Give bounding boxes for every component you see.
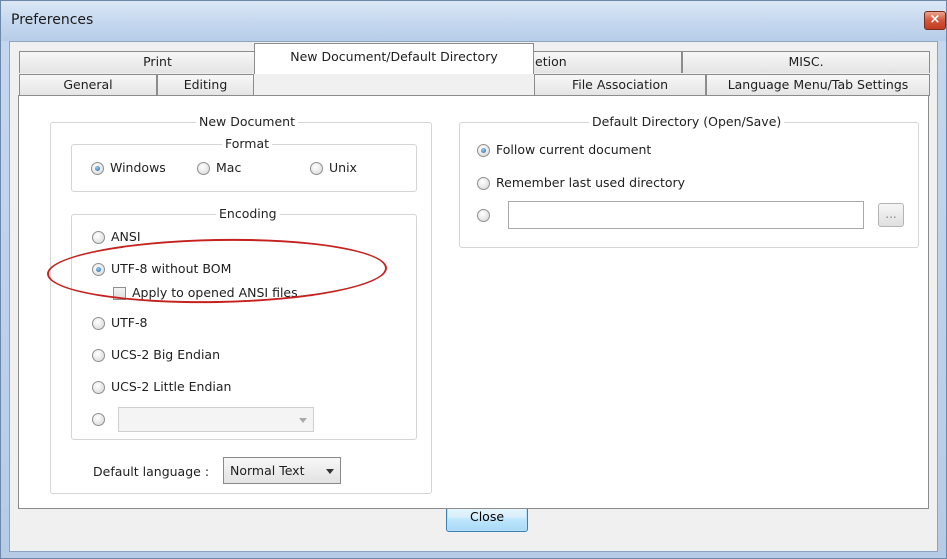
new-document-group: New Document Format Windows Mac Unix Enc… [50, 114, 432, 494]
title-bar[interactable]: Preferences × [1, 1, 946, 41]
format-mac-radio[interactable] [197, 162, 210, 175]
tab-label: Print [143, 54, 172, 69]
close-button-label: Close [469, 509, 505, 524]
chevron-down-icon [326, 468, 334, 474]
encoding-utf8-radio[interactable] [92, 317, 105, 330]
tab-label: New Document/Default Directory [290, 49, 498, 64]
preferences-window: Preferences × Print Backup/Auto-Completi… [0, 0, 947, 559]
window-close-button[interactable]: × [924, 11, 946, 30]
browse-button-label: ... [885, 207, 897, 221]
format-unix-label[interactable]: Unix [329, 160, 357, 175]
format-group: Format Windows Mac Unix [71, 136, 417, 192]
tab-content-panel: New Document Format Windows Mac Unix Enc… [18, 95, 929, 509]
encoding-ucs2-big-endian-radio[interactable] [92, 349, 105, 362]
encoding-ucs2-little-endian-radio[interactable] [92, 381, 105, 394]
tab-label: Editing [183, 77, 228, 92]
tab-label: MISC. [788, 54, 824, 69]
tab-general[interactable]: General [19, 74, 157, 96]
tab-label: General [63, 77, 113, 92]
follow-current-document-label[interactable]: Follow current document [496, 142, 651, 157]
browse-directory-button[interactable]: ... [878, 203, 904, 227]
remember-last-directory-label[interactable]: Remember last used directory [496, 175, 685, 190]
default-language-label: Default language : [93, 464, 210, 479]
new-document-legend: New Document [196, 114, 298, 129]
tab-file-association[interactable]: File Association [534, 74, 706, 96]
tab-language-menu-tab-settings[interactable]: Language Menu/Tab Settings [706, 74, 930, 96]
format-windows-radio[interactable] [91, 162, 104, 175]
tab-new-document-default-directory[interactable]: New Document/Default Directory [254, 43, 534, 74]
encoding-ansi-label[interactable]: ANSI [111, 229, 141, 244]
chevron-down-icon [299, 417, 307, 423]
custom-directory-input[interactable] [508, 201, 864, 229]
encoding-legend: Encoding [216, 206, 280, 221]
tab-label: File Association [571, 77, 669, 92]
default-language-combo[interactable]: Normal Text [223, 457, 341, 484]
window-title: Preferences [11, 12, 94, 28]
remember-last-directory-radio[interactable] [477, 177, 490, 190]
encoding-ansi-radio[interactable] [92, 231, 105, 244]
default-directory-group: Default Directory (Open/Save) Follow cur… [459, 114, 919, 248]
encoding-other-radio[interactable] [92, 413, 105, 426]
custom-directory-radio[interactable] [477, 209, 490, 222]
format-legend: Format [222, 136, 273, 151]
format-windows-label[interactable]: Windows [110, 160, 166, 175]
format-mac-label[interactable]: Mac [216, 160, 241, 175]
encoding-ucs2-big-endian-label[interactable]: UCS-2 Big Endian [111, 347, 220, 362]
tab-label: Language Menu/Tab Settings [727, 77, 909, 92]
follow-current-document-radio[interactable] [477, 144, 490, 157]
default-language-value: Normal Text [230, 463, 305, 478]
encoding-ucs2-little-endian-label[interactable]: UCS-2 Little Endian [111, 379, 231, 394]
default-directory-legend: Default Directory (Open/Save) [589, 114, 785, 129]
format-unix-radio[interactable] [310, 162, 323, 175]
tab-editing[interactable]: Editing [157, 74, 254, 96]
close-icon: × [929, 12, 941, 27]
encoding-utf8-label[interactable]: UTF-8 [111, 315, 147, 330]
tab-misc[interactable]: MISC. [682, 51, 930, 73]
encoding-other-combo[interactable] [118, 407, 314, 432]
